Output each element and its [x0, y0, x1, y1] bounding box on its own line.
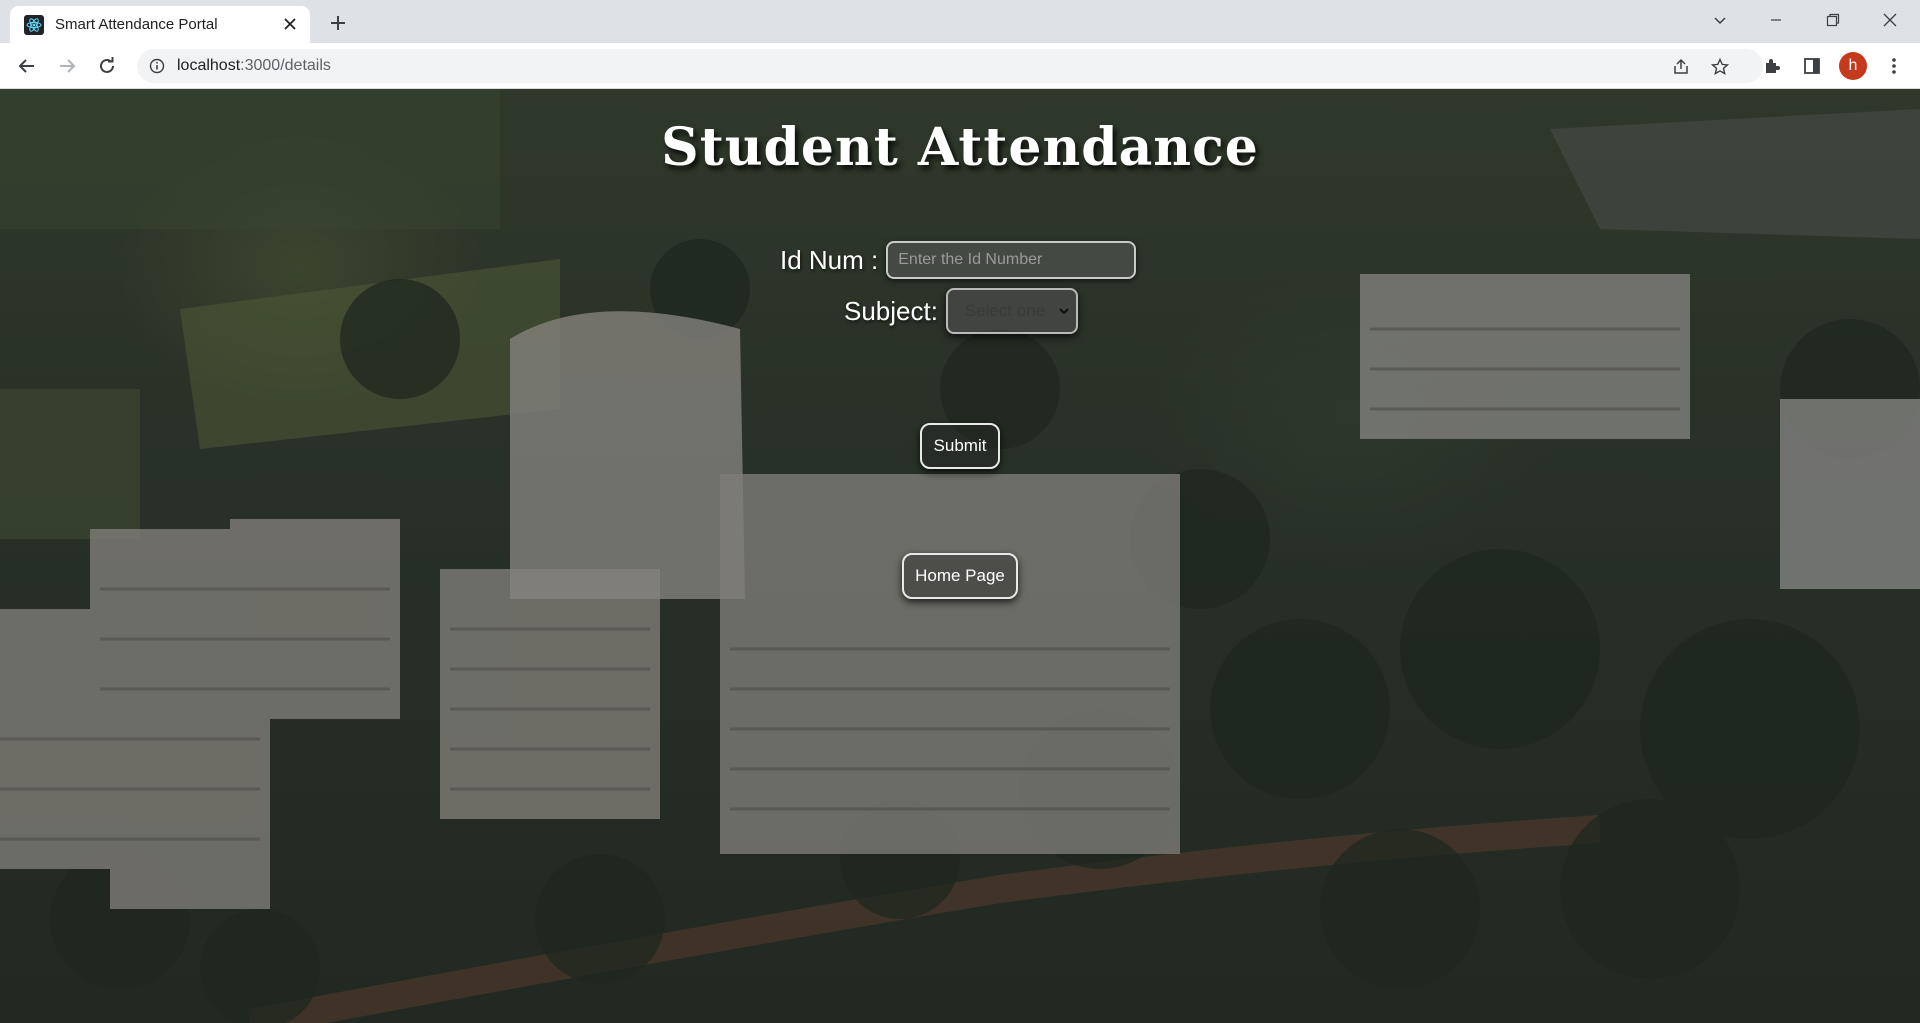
subject-selected-value: Select one: [964, 301, 1046, 320]
chevron-down-icon: [1059, 308, 1069, 315]
subject-row: Subject: Select one: [844, 288, 1078, 334]
browser-toolbar: localhost:3000/details h: [0, 43, 1920, 89]
page-title: Student Attendance: [661, 117, 1259, 178]
share-icon[interactable]: [1670, 56, 1692, 78]
browser-tab[interactable]: Smart Attendance Portal: [10, 6, 310, 43]
tab-close-icon[interactable]: [280, 14, 300, 34]
react-favicon-icon: [24, 15, 44, 35]
profile-avatar[interactable]: h: [1839, 52, 1867, 80]
url-text: localhost:3000/details: [177, 57, 331, 75]
page-viewport: Student Attendance Id Num : Subject: Sel…: [0, 89, 1920, 1023]
restore-icon[interactable]: [1805, 0, 1861, 40]
kebab-menu-icon[interactable]: [1882, 54, 1906, 78]
tab-title: Smart Attendance Portal: [55, 16, 218, 33]
close-window-icon[interactable]: [1862, 0, 1918, 40]
id-num-row: Id Num :: [780, 241, 1137, 279]
back-arrow-icon[interactable]: [11, 50, 43, 82]
side-panel-icon[interactable]: [1800, 54, 1824, 78]
subject-select[interactable]: Select one: [945, 288, 1078, 334]
extensions-puzzle-icon[interactable]: [1760, 54, 1784, 78]
url-path: :3000/details: [240, 57, 331, 74]
id-num-input[interactable]: [886, 241, 1137, 279]
id-num-label: Id Num :: [780, 244, 879, 275]
bookmark-star-icon[interactable]: [1709, 56, 1731, 78]
home-page-button[interactable]: Home Page: [902, 553, 1018, 599]
browser-tab-strip: Smart Attendance Portal: [0, 0, 1920, 43]
minimize-icon[interactable]: [1748, 0, 1804, 40]
address-bar[interactable]: localhost:3000/details: [137, 49, 1763, 83]
url-host: localhost: [177, 57, 241, 74]
site-info-icon[interactable]: [149, 58, 165, 74]
reload-icon[interactable]: [91, 50, 123, 82]
subject-label: Subject:: [844, 295, 938, 326]
new-tab-plus-icon[interactable]: [324, 9, 352, 37]
forward-arrow-icon[interactable]: [51, 50, 83, 82]
tab-search-chevron-icon[interactable]: [1692, 0, 1748, 40]
submit-button[interactable]: Submit: [920, 423, 1000, 469]
